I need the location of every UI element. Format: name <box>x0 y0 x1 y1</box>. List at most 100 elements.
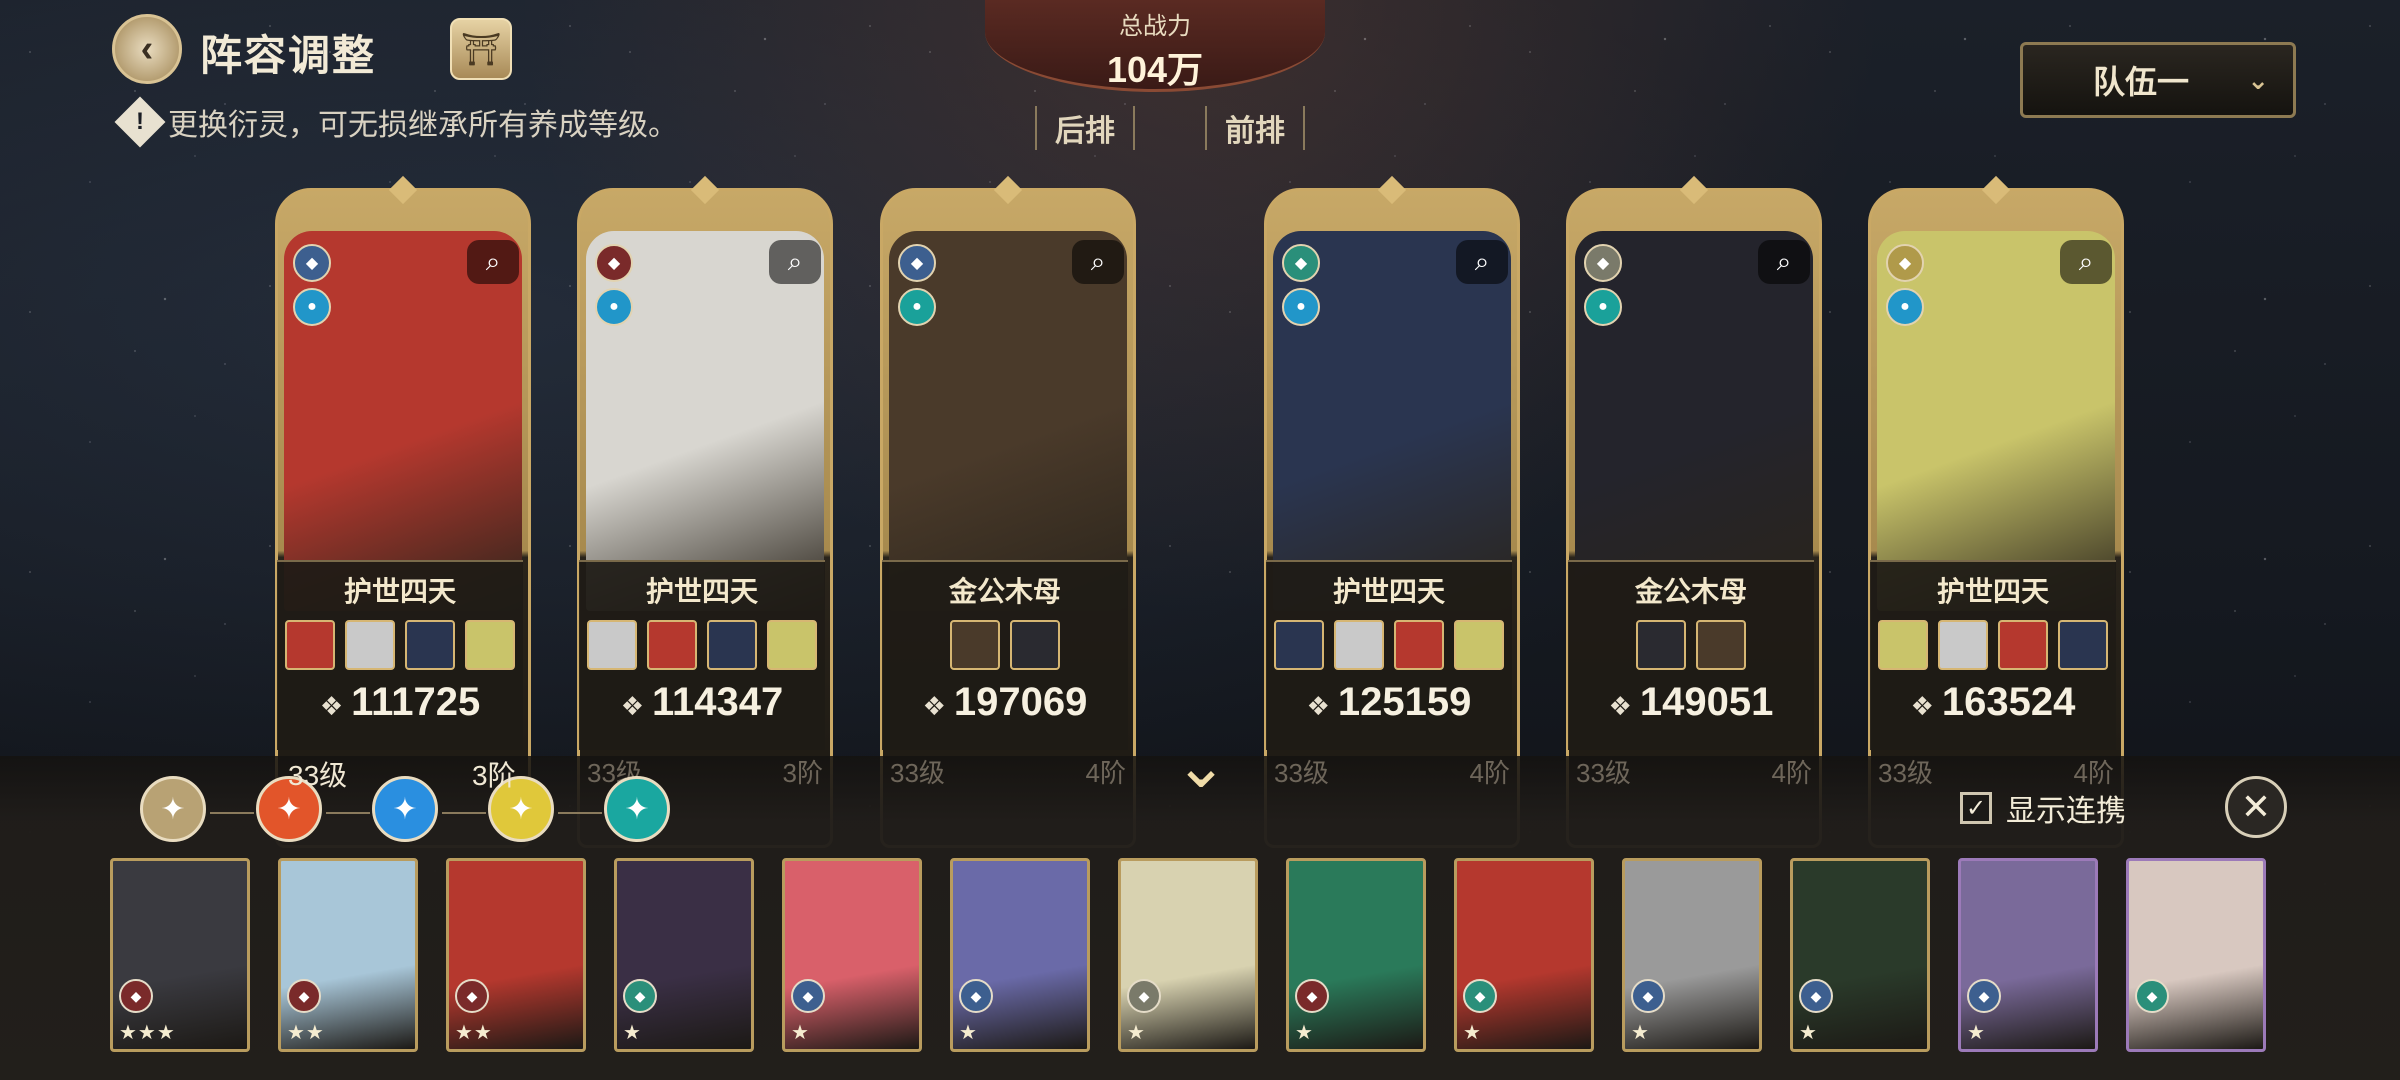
roster-hero-card[interactable]: ◆ ★ <box>782 858 922 1052</box>
star-rating: ★ <box>959 1022 978 1044</box>
hero-level: 33级 <box>1274 758 1329 788</box>
hero-power-value: 197069 <box>953 680 1088 724</box>
power-wing-icon: ❖ <box>1910 691 1934 721</box>
hero-rank: 4阶 <box>1469 758 1510 788</box>
class-icon: ◆ <box>1886 244 1924 282</box>
search-icon[interactable]: ⌕ <box>1456 240 1508 284</box>
star-rating: ★ <box>1631 1022 1650 1044</box>
bond-members <box>277 620 523 670</box>
roster-hero-card[interactable]: ◆ ★ <box>1454 858 1594 1052</box>
class-icon: ◆ <box>1799 979 1833 1013</box>
back-row-label: 后排 <box>1035 106 1135 150</box>
total-power-label: 总战力 <box>1119 13 1191 40</box>
bond-member-portrait <box>1696 620 1746 670</box>
bond-member-portrait <box>405 620 455 670</box>
collapse-chevron-icon[interactable]: ⌄ <box>1160 728 1242 801</box>
bond-members <box>882 620 1128 670</box>
power-wing-icon: ❖ <box>620 691 645 721</box>
spirit-element-icon[interactable]: ✦ <box>604 776 670 842</box>
element-icon: ● <box>1282 288 1320 326</box>
back-button[interactable]: ‹ <box>112 14 182 84</box>
star-rating: ★★★ <box>119 1022 176 1044</box>
exclamation-diamond-icon: ! <box>114 96 166 148</box>
tip-row: ! 更换衍灵，可无损继承所有养成等级。 <box>114 96 678 148</box>
bond-member-portrait <box>1274 620 1324 670</box>
roster-hero-card[interactable]: ◆ ★ <box>950 858 1090 1052</box>
bond-panel: 金公木母 ❖ 149051 <box>1568 560 1814 750</box>
close-button[interactable]: ✕ <box>2225 776 2287 838</box>
hero-card[interactable]: ◆ ● ⌕ 金公木母 ❖ 197069 33级 4阶 <box>880 188 1136 848</box>
bond-member-portrait <box>707 620 757 670</box>
hero-power-value: 149051 <box>1639 680 1774 724</box>
total-power-value: 104万 <box>1106 49 1204 90</box>
hero-card[interactable]: ◆ ● ⌕ 金公木母 ❖ 149051 33级 4阶 <box>1566 188 1822 848</box>
hero-portrait <box>586 231 824 611</box>
class-icon: ◆ <box>595 244 633 282</box>
star-rating: ★★ <box>455 1022 493 1044</box>
star-rating: ★★ <box>287 1022 325 1044</box>
bond-panel: 护世四天 ❖ 114347 <box>579 560 825 750</box>
class-icon: ◆ <box>2135 979 2169 1013</box>
hero-card[interactable]: ◆ ● ⌕ 护世四天 ❖ 111725 <box>275 188 531 848</box>
bond-member-portrait <box>1010 620 1060 670</box>
bond-name: 护世四天 <box>645 576 758 607</box>
bond-member-portrait <box>1998 620 2048 670</box>
search-icon[interactable]: ⌕ <box>2060 240 2112 284</box>
bond-member-portrait <box>1394 620 1444 670</box>
search-icon[interactable]: ⌕ <box>1072 240 1124 284</box>
hero-power: ❖ 125159 <box>1266 680 1512 725</box>
roster-hero-card[interactable]: ◆ ★★ <box>278 858 418 1052</box>
total-power-banner: 总战力 104万 <box>985 0 1325 92</box>
hero-power: ❖ 197069 <box>882 680 1128 725</box>
team-select-value: 队伍一 <box>2093 64 2190 100</box>
bond-panel: 护世四天 ❖ 111725 <box>277 560 523 750</box>
class-icon: ◆ <box>791 979 825 1013</box>
class-icon: ◆ <box>455 979 489 1013</box>
all-filter-icon[interactable]: ✦ <box>140 776 206 842</box>
search-icon[interactable]: ⌕ <box>467 240 519 284</box>
roster-hero-card[interactable]: ◆ ★ <box>1790 858 1930 1052</box>
level-label: 33级 <box>288 760 348 791</box>
hero-rank: 4阶 <box>1771 758 1812 788</box>
bond-member-portrait <box>1334 620 1384 670</box>
chevron-left-icon: ‹ <box>140 27 154 70</box>
hero-card[interactable]: ◆ ● ⌕ 护世四天 ❖ 163524 33级 4阶 <box>1868 188 2124 848</box>
roster-hero-card[interactable]: ◆ ★ <box>1286 858 1426 1052</box>
bond-member-portrait <box>345 620 395 670</box>
bond-panel: 护世四天 ❖ 125159 <box>1266 560 1512 750</box>
hero-portrait <box>1877 231 2115 611</box>
hero-meta: 33级 4阶 <box>890 753 1126 790</box>
lantern-icon[interactable]: ⛩ <box>450 18 512 80</box>
search-icon[interactable]: ⌕ <box>1758 240 1810 284</box>
roster-hero-card[interactable]: ◆ ★ <box>614 858 754 1052</box>
class-icon: ◆ <box>1631 979 1665 1013</box>
class-icon: ◆ <box>1282 244 1320 282</box>
bond-members <box>1568 620 1814 670</box>
bond-name: 护世四天 <box>1332 576 1445 607</box>
bond-member-portrait <box>465 620 515 670</box>
roster-hero-card[interactable]: ◆ <box>2126 858 2266 1052</box>
bond-member-portrait <box>587 620 637 670</box>
bond-panel: 护世四天 ❖ 163524 <box>1870 560 2116 750</box>
hero-card[interactable]: ◆ ● ⌕ 护世四天 ❖ 114347 33级 3阶 <box>577 188 833 848</box>
element-icon: ● <box>1584 288 1622 326</box>
hero-portrait <box>1575 231 1813 611</box>
power-wing-icon: ❖ <box>1608 691 1632 721</box>
roster-hero-card[interactable]: ◆ ★★★ <box>110 858 250 1052</box>
roster-hero-card[interactable]: ◆ ★ <box>1958 858 2098 1052</box>
roster-hero-card[interactable]: ◆ ★ <box>1118 858 1258 1052</box>
show-links-toggle[interactable]: ✓ 显示连携 <box>1960 786 2126 830</box>
class-icon: ◆ <box>1295 979 1329 1013</box>
bond-name: 护世四天 <box>1936 576 2049 607</box>
hero-card[interactable]: ◆ ● ⌕ 护世四天 ❖ 125159 33级 4阶 <box>1264 188 1520 848</box>
bond-members <box>1266 620 1512 670</box>
team-select[interactable]: 队伍一 ⌄ <box>2020 42 2296 118</box>
hero-level: 33级 <box>890 758 945 788</box>
roster-hero-card[interactable]: ◆ ★ <box>1622 858 1762 1052</box>
hero-portrait <box>1273 231 1511 611</box>
roster-hero-card[interactable]: ◆ ★★ <box>446 858 586 1052</box>
show-links-checkbox[interactable]: ✓ <box>1960 792 1992 824</box>
search-icon[interactable]: ⌕ <box>769 240 821 284</box>
bond-member-portrait <box>2058 620 2108 670</box>
water-element-icon[interactable]: ✦ <box>372 776 438 842</box>
